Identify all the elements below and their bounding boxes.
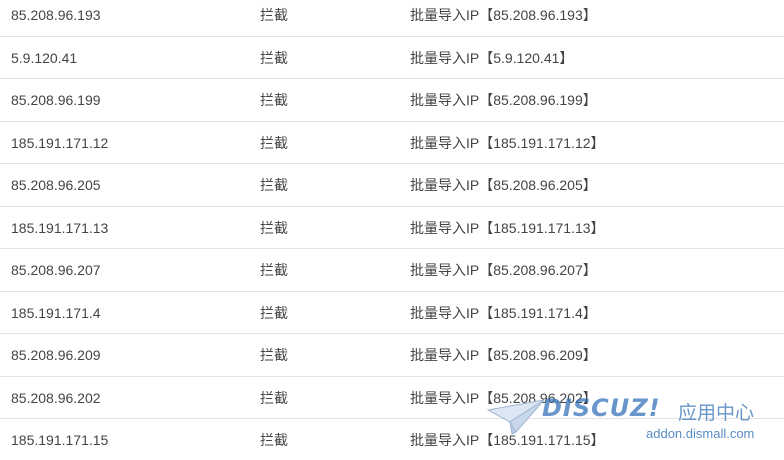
ip-address-cell: 85.208.96.199 [11, 92, 101, 108]
table-row: 85.208.96.199 拦截 批量导入IP【85.208.96.199】 [0, 79, 784, 122]
action-cell: 拦截 [260, 347, 288, 363]
remark-cell: 批量导入IP【85.208.96.205】 [410, 177, 597, 193]
table-row: 85.208.96.202 拦截 批量导入IP【85.208.96.202】 [0, 377, 784, 419]
remark-cell: 批量导入IP【85.208.96.202】 [410, 389, 597, 406]
table-row: 85.208.96.209 拦截 批量导入IP【85.208.96.209】 [0, 334, 784, 377]
table-row: 85.208.96.205 拦截 批量导入IP【85.208.96.205】 [0, 164, 784, 207]
ip-address-cell: 5.9.120.41 [11, 49, 78, 66]
ip-address-cell: 185.191.171.13 [11, 219, 109, 236]
action-cell: 拦截 [260, 134, 288, 151]
remark-cell: 批量导入IP【185.191.171.15】 [410, 432, 605, 448]
ip-blocklist-table: 85.208.96.193 拦截 批量导入IP【85.208.96.193】 5… [0, 0, 784, 460]
remark-cell: 批量导入IP【85.208.96.193】 [410, 7, 597, 23]
table-row: 185.191.171.13 拦截 批量导入IP【185.191.171.13】 [0, 207, 784, 249]
action-cell: 拦截 [260, 389, 288, 406]
ip-address-cell: 85.208.96.193 [11, 7, 101, 23]
remark-cell: 批量导入IP【85.208.96.199】 [410, 92, 597, 108]
remark-cell: 批量导入IP【185.191.171.12】 [410, 134, 605, 151]
remark-cell: 批量导入IP【85.208.96.207】 [410, 262, 597, 278]
action-cell: 拦截 [260, 304, 288, 321]
ip-address-cell: 85.208.96.202 [11, 389, 101, 406]
table-row: 185.191.171.12 拦截 批量导入IP【185.191.171.12】 [0, 122, 784, 164]
action-cell: 拦截 [260, 432, 288, 448]
remark-cell: 批量导入IP【85.208.96.209】 [410, 347, 597, 363]
action-cell: 拦截 [260, 92, 288, 108]
ip-address-cell: 85.208.96.207 [11, 262, 101, 278]
table-row: 185.191.171.15 拦截 批量导入IP【185.191.171.15】 [0, 419, 784, 460]
action-cell: 拦截 [260, 7, 288, 23]
table-row: 5.9.120.41 拦截 批量导入IP【5.9.120.41】 [0, 37, 784, 79]
ip-address-cell: 185.191.171.15 [11, 432, 109, 448]
action-cell: 拦截 [260, 49, 288, 66]
remark-cell: 批量导入IP【185.191.171.13】 [410, 219, 605, 236]
ip-address-cell: 85.208.96.209 [11, 347, 101, 363]
table-row: 185.191.171.4 拦截 批量导入IP【185.191.171.4】 [0, 292, 784, 334]
table-row: 85.208.96.193 拦截 批量导入IP【85.208.96.193】 [0, 0, 784, 37]
action-cell: 拦截 [260, 262, 288, 278]
ip-address-cell: 185.191.171.4 [11, 304, 101, 321]
table-row: 85.208.96.207 拦截 批量导入IP【85.208.96.207】 [0, 249, 784, 292]
ip-address-cell: 185.191.171.12 [11, 134, 109, 151]
action-cell: 拦截 [260, 177, 288, 193]
ip-address-cell: 85.208.96.205 [11, 177, 101, 193]
action-cell: 拦截 [260, 219, 288, 236]
remark-cell: 批量导入IP【5.9.120.41】 [410, 49, 574, 66]
remark-cell: 批量导入IP【185.191.171.4】 [410, 304, 597, 321]
